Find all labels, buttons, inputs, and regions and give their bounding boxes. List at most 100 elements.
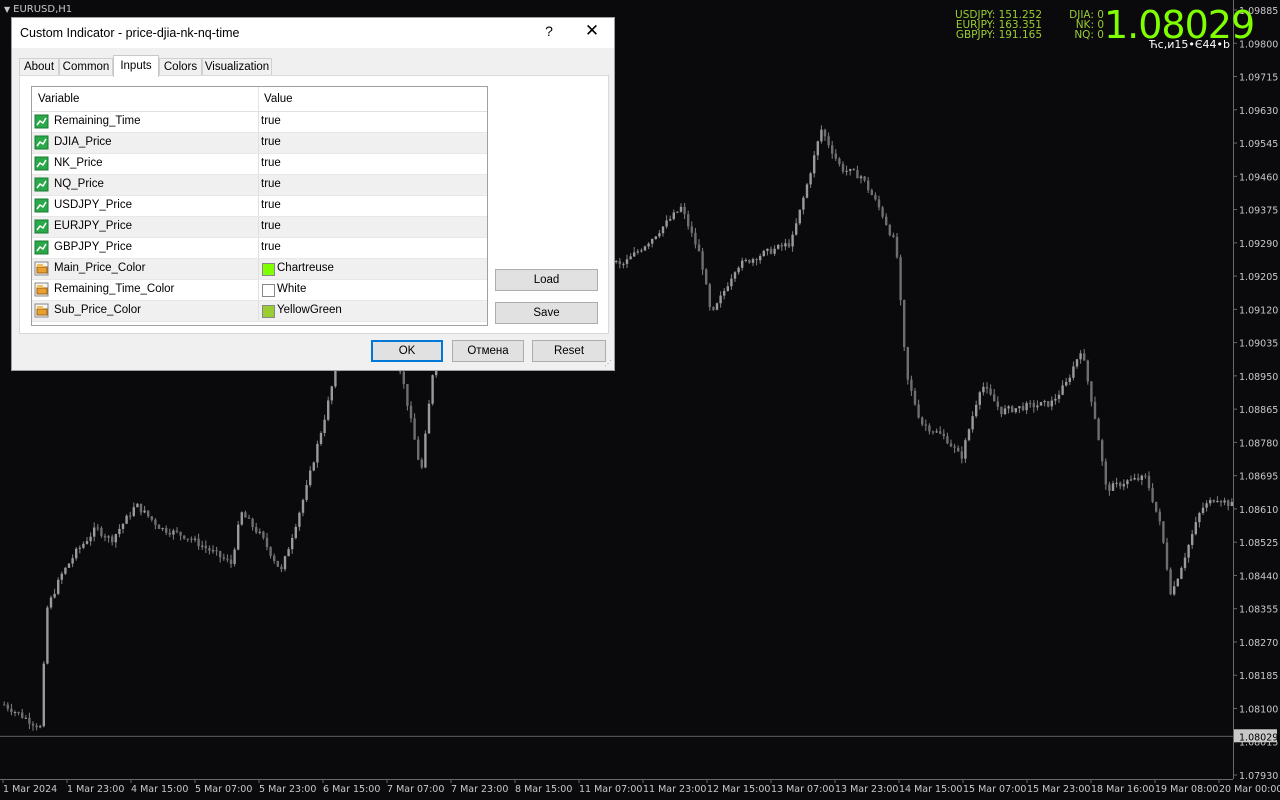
column-value[interactable]: Value	[264, 93, 293, 105]
table-row[interactable]: Main_Price_Color Chartreuse	[32, 259, 487, 280]
candle-body	[643, 246, 647, 251]
table-row[interactable]: Remaining_Time true	[32, 112, 487, 133]
cancel-button[interactable]: Отмена	[452, 340, 524, 362]
candle-body	[1129, 479, 1133, 481]
param-value[interactable]: White	[277, 283, 306, 295]
color-swatch[interactable]	[262, 305, 275, 318]
candle-body	[1151, 488, 1154, 502]
candle-body	[651, 238, 654, 244]
dialog-titlebar[interactable]: Custom Indicator - price-djia-nk-nq-time…	[12, 18, 614, 48]
color-swatch[interactable]	[262, 263, 275, 276]
bool-param-icon	[34, 156, 49, 171]
resize-grip-icon[interactable]: ⋰	[604, 359, 612, 368]
candle-body	[197, 538, 200, 547]
save-button[interactable]: Save	[495, 302, 598, 324]
table-row[interactable]: NK_Price true	[32, 154, 487, 175]
candle-body	[1173, 586, 1176, 595]
bool-param-icon	[34, 240, 49, 255]
candle-body	[10, 708, 13, 713]
x-tick-label: 11 Mar 07:00	[579, 784, 642, 795]
x-tick-label: 5 Mar 23:00	[259, 784, 316, 795]
y-tick-label: 1.08440	[1239, 571, 1278, 582]
candle-body	[838, 158, 841, 165]
candle-body	[906, 347, 909, 380]
candle-body	[294, 526, 297, 538]
param-value[interactable]: true	[261, 157, 281, 169]
candle-body	[946, 436, 949, 444]
candle-body	[136, 503, 139, 508]
candle-body	[913, 390, 917, 405]
candle-body	[132, 507, 135, 516]
candle-body	[798, 209, 801, 224]
candle-body	[730, 278, 733, 287]
param-name: EURJPY_Price	[54, 220, 132, 232]
table-row[interactable]: NQ_Price true	[32, 175, 487, 196]
candle-body	[157, 524, 161, 529]
candle-body	[255, 526, 258, 533]
candle-body	[733, 272, 737, 279]
candle-body	[672, 212, 675, 220]
y-tick-label: 1.08100	[1239, 704, 1278, 715]
candle-body	[100, 527, 103, 536]
candle-body	[996, 401, 999, 407]
load-button[interactable]: Load	[495, 269, 598, 291]
candle-body	[823, 129, 827, 137]
candle-body	[1165, 542, 1169, 570]
candle-body	[1147, 475, 1151, 489]
param-value[interactable]: true	[261, 220, 281, 232]
candle-body	[28, 717, 31, 724]
dialog-title: Custom Indicator - price-djia-nk-nq-time	[20, 26, 240, 40]
table-row[interactable]: Sub_Price_Color YellowGreen	[32, 301, 487, 322]
candle-body	[129, 515, 132, 517]
table-row[interactable]: Remaining_Time_Color White	[32, 280, 487, 301]
param-value[interactable]: Chartreuse	[277, 262, 334, 274]
candle-body	[791, 234, 794, 247]
close-icon[interactable]: ✕	[581, 21, 603, 41]
table-row[interactable]: DJIA_Price true	[32, 133, 487, 154]
candle-body	[111, 536, 114, 543]
dropdown-triangle-icon[interactable]: ▼	[4, 5, 10, 14]
param-value[interactable]: true	[261, 241, 281, 253]
help-icon[interactable]: ?	[539, 23, 559, 39]
candle-body	[1025, 403, 1028, 411]
candle-body	[849, 168, 852, 171]
candle-body	[1083, 353, 1086, 361]
table-row[interactable]: USDJPY_Price true	[32, 196, 487, 217]
candle-body	[1065, 381, 1068, 386]
candle-body	[852, 168, 855, 171]
reset-button[interactable]: Reset	[532, 340, 606, 362]
candle-body	[42, 663, 45, 727]
x-tick-label: 13 Mar 07:00	[771, 784, 834, 795]
x-tick-label: 18 Mar 16:00	[1091, 784, 1154, 795]
param-value[interactable]: YellowGreen	[277, 304, 342, 316]
candle-body	[424, 433, 427, 468]
candle-body	[309, 470, 312, 486]
candle-body	[244, 512, 247, 518]
candle-body	[910, 379, 913, 391]
table-row[interactable]: GBPJPY_Price true	[32, 238, 487, 259]
candle-body	[312, 462, 315, 471]
candle-body	[715, 303, 719, 310]
candle-body	[305, 485, 308, 500]
table-row[interactable]: EURJPY_Price true	[32, 217, 487, 238]
candle-body	[21, 712, 24, 718]
x-tick-label: 19 Mar 08:00	[1155, 784, 1218, 795]
tab-inputs[interactable]: Inputs	[113, 55, 159, 77]
candle-body	[1126, 480, 1129, 485]
ok-button[interactable]: OK	[371, 340, 443, 362]
candle-body	[1039, 402, 1043, 406]
candle-body	[1140, 475, 1143, 480]
candle-body	[658, 233, 661, 237]
param-value[interactable]: true	[261, 199, 281, 211]
candle-body	[1021, 406, 1025, 411]
param-value[interactable]: true	[261, 136, 281, 148]
candle-body	[903, 300, 906, 348]
column-variable[interactable]: Variable	[38, 93, 79, 105]
param-value[interactable]: true	[261, 115, 281, 127]
candle-body	[723, 290, 726, 296]
param-value[interactable]: true	[261, 178, 281, 190]
candle-body	[13, 712, 17, 714]
color-swatch[interactable]	[262, 284, 275, 297]
candle-body	[262, 531, 265, 538]
y-tick-label: 1.08695	[1239, 472, 1278, 483]
